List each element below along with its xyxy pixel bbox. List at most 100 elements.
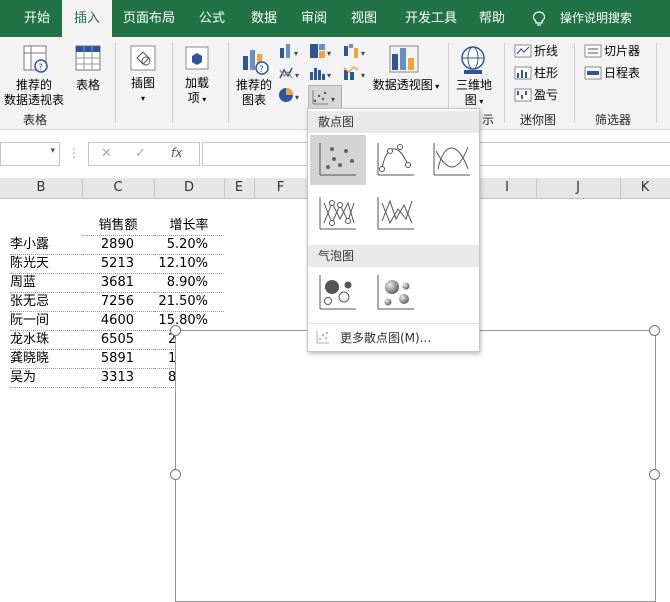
scatter-straight-lines-option[interactable] <box>368 189 424 239</box>
header-sales[interactable]: 销售额 <box>82 216 154 236</box>
cell-sales[interactable]: 4600 <box>82 311 154 331</box>
enter-icon[interactable]: ✓ <box>135 146 146 161</box>
column-header-c[interactable]: C <box>82 178 155 198</box>
cell-growth[interactable]: 21.50% <box>154 292 224 312</box>
pie-chart-icon[interactable]: ▾ <box>278 86 304 104</box>
table-icon <box>75 45 101 71</box>
sparkline-line-button[interactable]: 折线 <box>534 44 564 59</box>
add-ins-button[interactable]: 加载 项 ▾ <box>176 76 218 107</box>
more-scatter-charts-link[interactable]: 更多散点图(M)... <box>308 323 479 350</box>
tab-home[interactable]: 开始 <box>14 0 60 37</box>
recommended-pivot-table-button[interactable]: 推荐的 数据透视表 <box>2 78 66 108</box>
slicer-button[interactable]: 切片器 <box>604 44 654 59</box>
formula-controls: ✕ ✓ fx <box>88 142 200 166</box>
column-header-f[interactable]: F <box>254 178 308 198</box>
cell-sales[interactable]: 3681 <box>82 273 154 293</box>
scatter-straight-lines-markers-option[interactable] <box>310 189 366 239</box>
name-box[interactable]: ▾ <box>0 142 60 166</box>
cell-name[interactable]: 陈光天 <box>10 254 82 274</box>
pivot-chart-label: 数据透视图 <box>372 78 433 92</box>
scatter-section-header: 散点图 <box>308 111 479 133</box>
cell-growth[interactable]: 8.90% <box>154 273 224 293</box>
tab-data[interactable]: 数据 <box>244 0 284 37</box>
cell-sales[interactable]: 5891 <box>82 349 154 369</box>
timeline-button[interactable]: 日程表 <box>604 66 654 81</box>
chevron-down-icon: ▾ <box>476 97 484 106</box>
scatter-option[interactable] <box>310 135 366 185</box>
column-chart-icon[interactable]: ▾ <box>278 42 304 60</box>
rec-chart-label-2: 图表 <box>241 93 266 107</box>
group-label-tables: 表格 <box>22 113 47 127</box>
column-header-d[interactable]: D <box>154 178 225 198</box>
illustrations-button[interactable]: 插图 ▾ <box>122 76 164 106</box>
3d-bubble-option[interactable] <box>368 269 424 315</box>
combo-chart-icon[interactable]: ▾ <box>342 64 370 82</box>
tab-page-layout[interactable]: 页面布局 <box>116 0 182 37</box>
resize-handle-right[interactable] <box>649 469 660 480</box>
scatter-straight-icon <box>377 197 414 230</box>
cell-name[interactable]: 阮一间 <box>10 311 82 331</box>
cell-name[interactable]: 张无忌 <box>10 292 82 312</box>
svg-text:?: ? <box>38 63 43 73</box>
cell-growth[interactable]: 15.80% <box>154 311 224 331</box>
resize-handle-top-left[interactable] <box>170 325 181 336</box>
cell-name[interactable]: 龙水珠 <box>10 330 82 350</box>
scatter-chart-button[interactable]: ▾ <box>308 85 342 109</box>
addins-label-1: 加载 <box>184 76 209 90</box>
cancel-icon[interactable]: ✕ <box>101 146 112 161</box>
tell-me-search[interactable]: 操作说明搜索 <box>556 0 636 37</box>
cell-sales[interactable]: 5213 <box>82 254 154 274</box>
cell-name[interactable]: 吴为 <box>10 368 82 388</box>
3d-map-label-2: 图 <box>464 93 477 107</box>
tab-view[interactable]: 视图 <box>344 0 384 37</box>
cell-sales[interactable]: 2890 <box>82 235 154 255</box>
resize-handle-top-right[interactable] <box>649 325 660 336</box>
waterfall-chart-icon[interactable]: ▾ <box>342 42 370 60</box>
tab-insert[interactable]: 插入 <box>62 0 112 38</box>
sparkline-column-button[interactable]: 柱形 <box>534 66 564 81</box>
bubble-section-header: 气泡图 <box>308 245 479 267</box>
tab-formulas[interactable]: 公式 <box>192 0 232 37</box>
cell-name[interactable]: 周蓝 <box>10 273 82 293</box>
svg-text:▾: ▾ <box>361 49 365 58</box>
recommended-charts-icon: ? <box>243 50 269 75</box>
column-header-b[interactable]: B <box>0 178 83 198</box>
cell-growth[interactable]: 12.10% <box>154 254 224 274</box>
sparkline-winloss-button[interactable]: 盈亏 <box>534 88 564 103</box>
cell-growth[interactable]: 5.20% <box>154 235 224 255</box>
lightbulb-icon[interactable] <box>532 11 546 27</box>
tab-help[interactable]: 帮助 <box>472 0 512 37</box>
tab-developer[interactable]: 开发工具 <box>398 0 464 37</box>
header-growth[interactable]: 增长率 <box>154 216 224 236</box>
svg-text:▾: ▾ <box>327 49 331 58</box>
scatter-smooth-lines-option[interactable] <box>424 135 480 185</box>
timeline-icon <box>584 66 602 80</box>
hierarchy-chart-icon[interactable]: ▾ <box>308 42 336 60</box>
cell-sales[interactable]: 7256 <box>82 292 154 312</box>
chart-area[interactable] <box>175 330 656 602</box>
scatter-smooth-icon <box>433 143 470 176</box>
formula-bar-grip: ⋮ <box>68 146 80 160</box>
cell-sales[interactable]: 3313 <box>82 368 154 388</box>
recommended-charts-button[interactable]: 推荐的 图表 <box>232 78 276 108</box>
tab-review[interactable]: 审阅 <box>294 0 334 37</box>
line-chart-icon[interactable]: ▾ <box>278 64 304 82</box>
cell-sales[interactable]: 6505 <box>82 330 154 350</box>
3d-map-button[interactable]: 三维地 图 ▾ <box>452 78 496 109</box>
cell-name[interactable]: 李小露 <box>10 235 82 255</box>
table-button[interactable]: 表格 <box>68 78 108 93</box>
statistic-chart-icon[interactable]: ▾ <box>308 64 336 82</box>
pivot-chart-button[interactable]: 数据透视图 ▾ <box>370 78 442 94</box>
column-header-k[interactable]: K <box>620 178 670 198</box>
column-header-j[interactable]: J <box>536 178 621 198</box>
scatter-smooth-lines-markers-option[interactable] <box>368 135 424 185</box>
column-header-e[interactable]: E <box>224 178 255 198</box>
addins-label-2: 项 <box>187 91 200 105</box>
cell-name[interactable]: 龚晓晓 <box>10 349 82 369</box>
column-header-i[interactable]: I <box>478 178 537 198</box>
resize-handle-left[interactable] <box>170 469 181 480</box>
insert-function-button[interactable]: fx <box>171 146 182 160</box>
slicer-icon <box>584 44 602 58</box>
ribbon-separator <box>172 43 173 123</box>
bubble-option[interactable] <box>310 269 366 315</box>
